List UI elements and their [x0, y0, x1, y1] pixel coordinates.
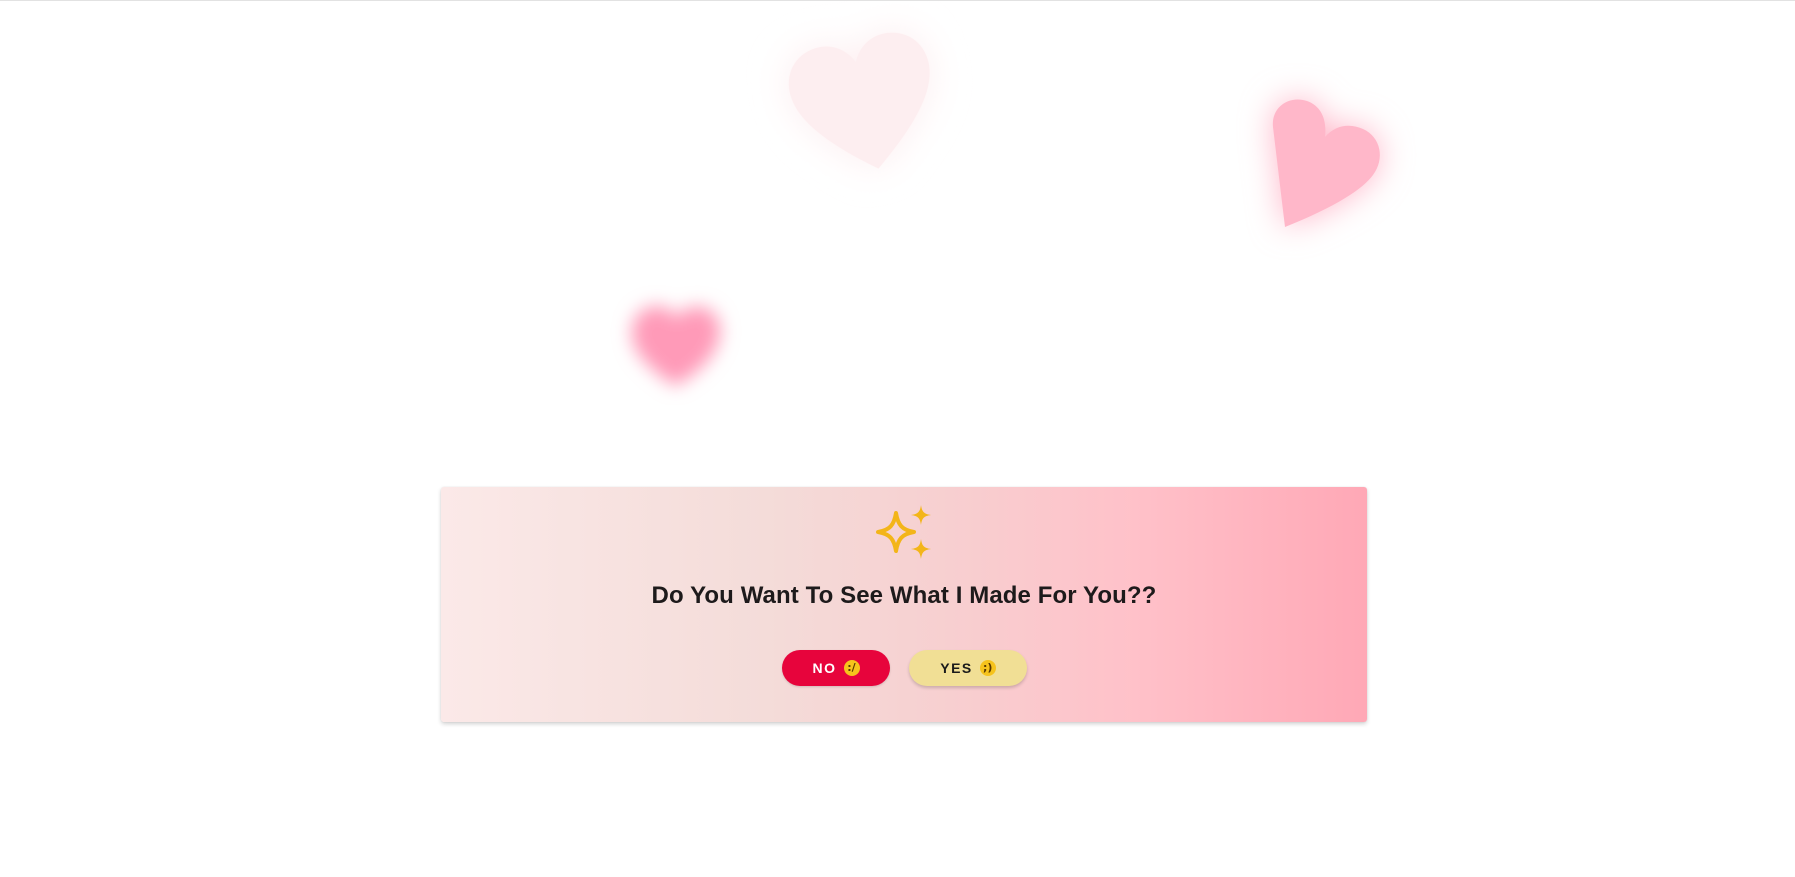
winking-face-icon: ;) — [979, 660, 996, 676]
prompt-card: Do You Want To See What I Made For You??… — [441, 487, 1367, 722]
yes-button-label: YES — [940, 660, 973, 676]
confused-face-icon: :/ — [843, 660, 860, 676]
page-root: Do You Want To See What I Made For You??… — [0, 0, 1795, 877]
prompt-question: Do You Want To See What I Made For You?? — [651, 582, 1157, 609]
yes-button[interactable]: YES ;) — [909, 650, 1027, 686]
heart-icon — [1255, 97, 1415, 237]
heart-icon — [780, 25, 950, 185]
no-button-label: NO — [812, 660, 837, 676]
no-button[interactable]: NO :/ — [782, 650, 890, 686]
heart-icon — [620, 291, 730, 401]
sparkles-icon — [876, 505, 938, 561]
